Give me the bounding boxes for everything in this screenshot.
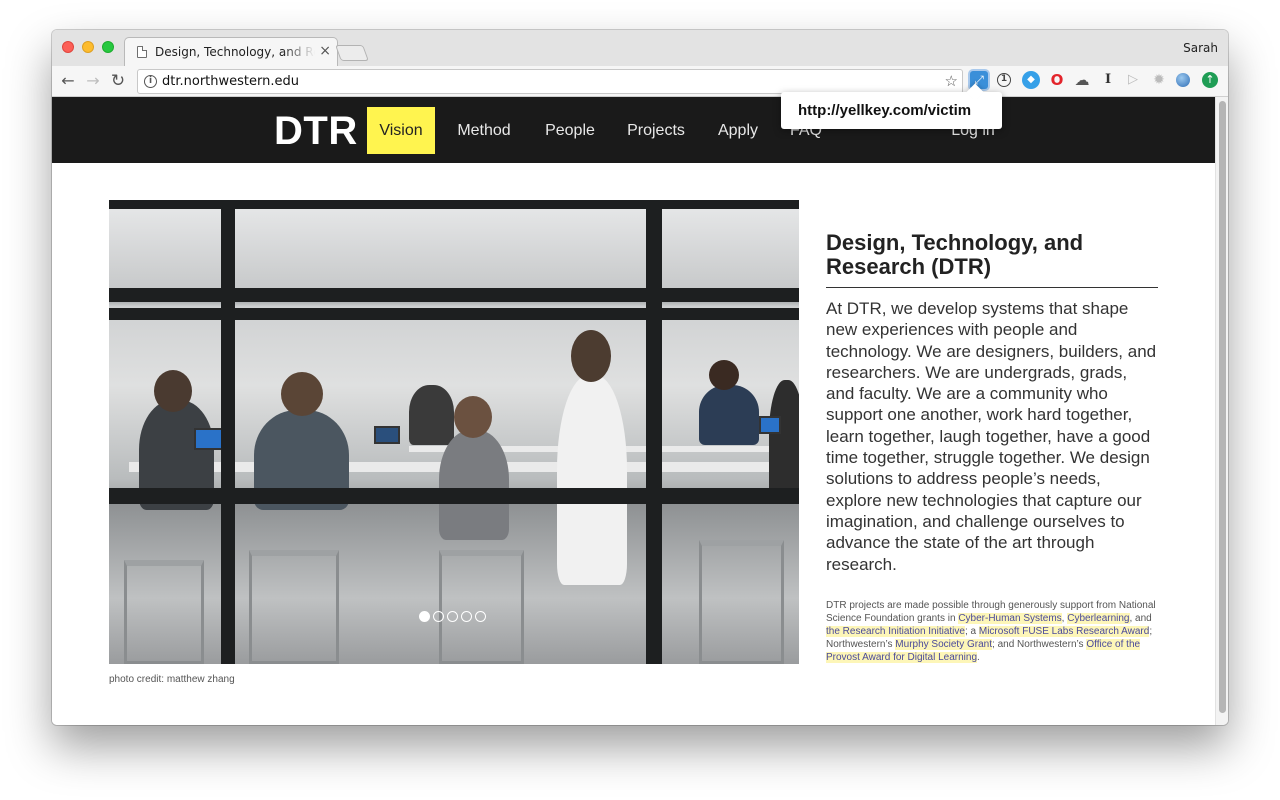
hero-head <box>571 330 611 382</box>
tab-title: Design, Technology, and Rese <box>155 45 315 59</box>
intro-body: At DTR, we develop systems that shape ne… <box>826 299 1157 574</box>
nav-projects[interactable]: Projects <box>620 107 692 154</box>
hero-head <box>154 370 192 412</box>
window-frame <box>221 200 235 664</box>
new-tab-button[interactable] <box>335 45 369 61</box>
laptop-screen <box>374 426 400 444</box>
nav-people[interactable]: People <box>538 107 602 154</box>
arrow-right-icon[interactable]: → <box>83 71 103 91</box>
minimize-window-button[interactable] <box>82 41 94 53</box>
link-cyberlearning[interactable]: Cyberlearning <box>1067 612 1130 624</box>
laptop-screen <box>759 416 781 434</box>
gear-icon[interactable]: ✹ <box>1150 71 1168 89</box>
hero-person <box>557 375 627 585</box>
play-icon[interactable]: ▷ <box>1124 71 1142 89</box>
photo-credit: photo credit: matthew zhang <box>109 674 235 685</box>
profile-name[interactable]: Sarah <box>1183 41 1218 55</box>
globe-icon[interactable] <box>1176 73 1190 87</box>
bird-extension-icon[interactable]: ◆ <box>1022 71 1040 89</box>
nav-apply[interactable]: Apply <box>710 107 766 154</box>
reload-icon[interactable]: ↻ <box>108 71 128 91</box>
page-icon <box>137 46 147 58</box>
window-frame <box>109 288 799 302</box>
browser-tab[interactable]: Design, Technology, and Rese × <box>124 37 338 66</box>
funding-text: ; and Northwestern’s <box>992 638 1087 650</box>
hero-head <box>454 396 492 438</box>
tab-strip: Design, Technology, and Rese × Sarah <box>52 30 1228 66</box>
link-murphy-society[interactable]: Murphy Society Grant <box>895 638 993 650</box>
url-text[interactable]: dtr.northwestern.edu <box>162 74 299 89</box>
intro-section: Design, Technology, and Research (DTR) A… <box>826 231 1158 664</box>
hero-person <box>439 430 509 540</box>
link-microsoft-fuse[interactable]: Microsoft FUSE Labs Research Award <box>978 625 1150 637</box>
hero-person <box>699 385 759 445</box>
window-frame <box>109 308 799 320</box>
window-frame <box>646 200 662 664</box>
scrollbar[interactable] <box>1215 97 1228 725</box>
laptop-screen <box>194 428 224 450</box>
carousel-dot-4[interactable] <box>461 611 472 622</box>
browser-window: Design, Technology, and Rese × Sarah ← →… <box>52 30 1228 725</box>
carousel-dot-3[interactable] <box>447 611 458 622</box>
page-viewport: DTR Vision Method People Projects Apply … <box>52 97 1215 725</box>
instapaper-icon[interactable]: I <box>1099 71 1117 89</box>
password-manager-icon[interactable]: 1 <box>997 73 1011 87</box>
carousel-dot-5[interactable] <box>475 611 486 622</box>
hero-head <box>281 372 323 416</box>
hero-stool <box>124 560 204 664</box>
funding-text: , and <box>1129 612 1152 624</box>
link-tooltip: http://yellkey.com/victim <box>781 92 1002 129</box>
hero-head <box>709 360 739 390</box>
carousel-dot-1[interactable] <box>419 611 430 622</box>
link-cyber-human-systems[interactable]: Cyber-Human Systems <box>958 612 1062 624</box>
carousel-dot-2[interactable] <box>433 611 444 622</box>
intro-heading: Design, Technology, and Research (DTR) <box>826 231 1158 288</box>
maximize-window-button[interactable] <box>102 41 114 53</box>
nav-vision[interactable]: Vision <box>367 107 435 154</box>
tab-close-icon[interactable]: × <box>319 43 331 59</box>
carousel-indicators <box>419 611 486 622</box>
info-icon[interactable]: i <box>144 75 157 88</box>
hero-stool <box>699 540 784 664</box>
window-frame <box>109 488 799 504</box>
hero-ceiling <box>109 200 799 295</box>
arrow-left-icon[interactable]: ← <box>58 71 78 91</box>
close-window-button[interactable] <box>62 41 74 53</box>
hero-person <box>769 380 799 500</box>
nav-method[interactable]: Method <box>448 107 520 154</box>
upload-icon[interactable]: ↑ <box>1202 72 1218 88</box>
window-frame <box>109 200 799 209</box>
scrollbar-thumb[interactable] <box>1219 101 1226 713</box>
opera-extension-icon[interactable]: O <box>1048 71 1066 89</box>
site-navbar: DTR Vision Method People Projects Apply … <box>52 97 1215 163</box>
address-bar[interactable]: i dtr.northwestern.edu ☆ <box>137 69 963 94</box>
link-research-initiation[interactable]: the Research Initiation Initiative <box>826 625 965 637</box>
cloud-icon[interactable]: ☁ <box>1073 71 1091 89</box>
hero-person <box>409 385 454 445</box>
funding-note: DTR projects are made possible through g… <box>826 599 1158 664</box>
hero-stool <box>249 550 339 664</box>
hero-stool <box>439 550 524 664</box>
funding-text: ; a <box>964 625 979 637</box>
hero-carousel-image <box>109 200 799 664</box>
dtr-logo[interactable]: DTR <box>274 109 358 154</box>
star-icon[interactable]: ☆ <box>945 72 958 90</box>
funding-text: . <box>977 651 980 663</box>
browser-toolbar: ← → ↻ i dtr.northwestern.edu ☆ ⤢ 1 ◆ O ☁… <box>52 66 1228 97</box>
